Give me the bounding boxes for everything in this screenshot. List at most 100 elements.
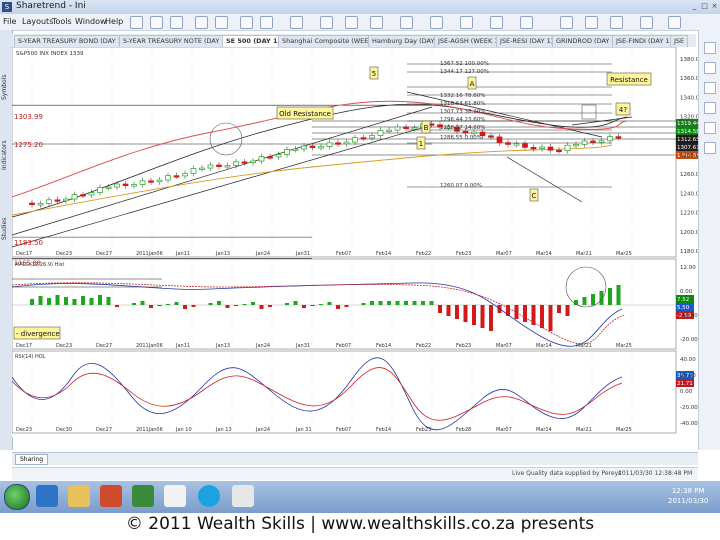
- candlestick: [318, 146, 324, 149]
- media-icon[interactable]: [100, 485, 122, 507]
- candlestick: [615, 136, 622, 139]
- menu-window[interactable]: Window: [75, 17, 107, 26]
- right-tool-channel-icon[interactable]: [704, 102, 716, 114]
- candlestick: [539, 146, 545, 149]
- toolbar-text-icon[interactable]: [320, 16, 333, 29]
- candlestick: [148, 180, 154, 183]
- left-price-label: 1303.99: [14, 113, 43, 121]
- macd-x-axis-label: Feb23: [456, 343, 471, 349]
- skype-icon[interactable]: [198, 485, 220, 507]
- right-tool-text-icon[interactable]: [704, 122, 716, 134]
- x-axis-label: Feb07: [336, 251, 351, 257]
- price-chart-svg[interactable]: - divergence7.525.50-2.59 35.7321.71 Old…: [11, 46, 703, 437]
- toolbar-scan-icon[interactable]: [370, 16, 383, 29]
- toolbar-settings-icon[interactable]: [460, 16, 473, 29]
- calendar-icon[interactable]: [164, 485, 186, 507]
- chart-area[interactable]: - divergence 7.52 5.50 -2.59 35.73 21.71 Old…: [11, 46, 703, 437]
- sharetrend-taskbar-icon[interactable]: [232, 485, 254, 507]
- wave-4-label: 4?: [619, 106, 627, 114]
- x-axis-label: Jan24: [255, 251, 270, 257]
- macd-x-axis-label: Mar25: [616, 343, 632, 349]
- price-axis-label: 1380.00: [680, 57, 698, 63]
- left-panel-indicators-tab[interactable]: Indicators: [1, 110, 11, 170]
- x-axis-label: Dec23: [56, 251, 72, 257]
- tab-se500[interactable]: SE 500 (DAY 1): [222, 35, 285, 47]
- start-button[interactable]: [4, 484, 30, 510]
- fib-label: 1286.55 0.00%: [440, 135, 482, 141]
- macd-histogram-bar: [523, 305, 527, 322]
- toolbar-new-icon[interactable]: [130, 16, 143, 29]
- tab-5y-note[interactable]: S-YEAR TREASURY NOTE (DAY 1): [119, 35, 233, 47]
- toolbar-user-icon[interactable]: [640, 16, 653, 29]
- right-tool-fib-icon[interactable]: [704, 82, 716, 94]
- macd-histogram-bar: [293, 301, 298, 305]
- toolbar-fib-icon[interactable]: [290, 16, 303, 29]
- toolbar-layout-icon[interactable]: [560, 16, 573, 29]
- candlestick: [207, 164, 214, 169]
- candlestick: [224, 165, 231, 168]
- candlestick: [139, 180, 146, 185]
- macd-current-label: 5.50: [677, 305, 690, 311]
- toolbar-chart-icon[interactable]: [195, 16, 208, 29]
- ie-icon[interactable]: [36, 485, 58, 507]
- macd-histogram-bar: [370, 301, 374, 305]
- rsi-x-axis-label: Feb23: [416, 427, 431, 433]
- toolbar-grid-icon[interactable]: [585, 16, 598, 29]
- toolbar-line-icon[interactable]: [260, 16, 273, 29]
- x-axis-label: Feb23: [456, 251, 471, 257]
- tab-jse[interactable]: JSE: [670, 35, 689, 47]
- candlestick: [97, 187, 103, 193]
- candlestick: [377, 130, 384, 136]
- folder-icon[interactable]: [68, 485, 90, 507]
- right-toolbar: [698, 30, 720, 450]
- candlestick: [573, 144, 579, 147]
- x-axis-label: Mar25: [616, 251, 632, 257]
- candlestick: [522, 143, 528, 148]
- chart-app-icon[interactable]: [132, 485, 154, 507]
- toolbar-ruler-icon[interactable]: [490, 16, 503, 29]
- toolbar-print-icon[interactable]: [400, 16, 413, 29]
- toolbar-draw-icon[interactable]: [240, 16, 253, 29]
- toolbar-indicator-icon[interactable]: [345, 16, 358, 29]
- toolbar-help-icon[interactable]: [668, 16, 681, 29]
- maximize-button[interactable]: □: [700, 2, 709, 11]
- right-tool-delete-icon[interactable]: [704, 142, 716, 154]
- candlestick: [29, 202, 35, 205]
- macd-x-axis-label: Jan31: [295, 343, 310, 349]
- toolbar-pencil-icon[interactable]: [520, 16, 533, 29]
- candlestick: [369, 135, 375, 139]
- toolbar-zoom-icon[interactable]: [215, 16, 228, 29]
- right-tool-cursor-icon[interactable]: [704, 42, 716, 54]
- candlestick: [114, 183, 120, 188]
- candlestick: [199, 167, 205, 170]
- close-button[interactable]: ×: [710, 2, 719, 11]
- macd-axis-label: -20.00: [680, 337, 698, 343]
- tab-jse-agsh[interactable]: JSE-AGSH (WEEK 1): [434, 35, 505, 47]
- menu-file[interactable]: File: [3, 17, 16, 26]
- price-axis-label: 1360.00: [680, 76, 698, 82]
- toolbar-save-icon[interactable]: [170, 16, 183, 29]
- toolbar-open-icon[interactable]: [150, 16, 163, 29]
- price-axis-label: 1280.00: [680, 153, 698, 159]
- sharing-tab[interactable]: Sharing: [15, 454, 49, 465]
- taskbar-clock[interactable]: 12:38 PM 2011/03/30: [668, 486, 708, 506]
- right-tool-line-icon[interactable]: [704, 62, 716, 74]
- tab-jse-resi[interactable]: JSE-RESI (DAY 1): [496, 35, 558, 47]
- left-panel-studies-tab[interactable]: Studies: [1, 180, 11, 240]
- menu-help[interactable]: Help: [105, 17, 123, 26]
- status-bar: Live Quality data supplied by Pereys 201…: [12, 467, 698, 480]
- toolbar-link-icon[interactable]: [610, 16, 623, 29]
- tab-5y-bond[interactable]: S-YEAR TREASURY BOND (DAY 1): [14, 35, 129, 47]
- left-panel-symbols-tab[interactable]: Symbols: [1, 40, 11, 100]
- left-price-label: 1275.20: [14, 141, 43, 149]
- toolbar-refresh-icon[interactable]: [430, 16, 443, 29]
- candlestick: [394, 126, 401, 131]
- rsi-x-axis-label: Jan 13: [215, 427, 232, 433]
- macd-axis-label: 0.00: [680, 289, 693, 295]
- macd-header: MACD(12,26,9) Hist: [15, 262, 64, 268]
- tab-jse-findi[interactable]: JSE-FINDI (DAY 1): [612, 35, 677, 47]
- minimize-button[interactable]: _: [690, 2, 699, 11]
- macd-histogram-bar: [225, 305, 230, 308]
- menu-tools[interactable]: Tools: [52, 17, 72, 26]
- menu-layouts[interactable]: Layouts: [22, 17, 53, 26]
